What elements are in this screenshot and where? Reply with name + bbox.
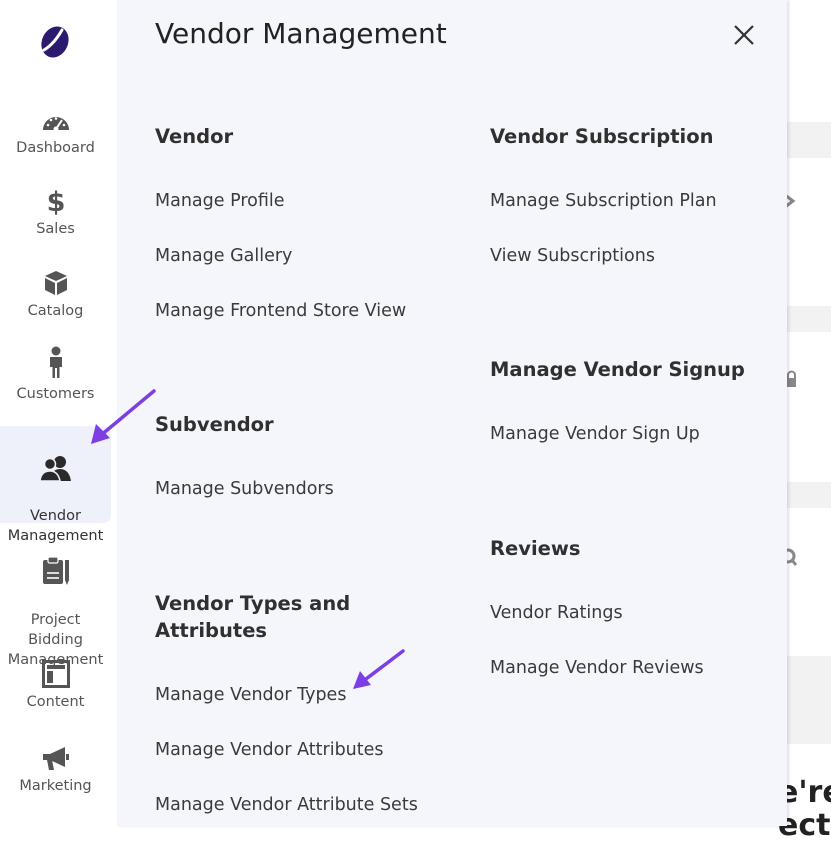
bg-card: [787, 508, 831, 656]
megaphone-icon: [42, 747, 69, 770]
section-title-reviews: Reviews: [490, 537, 581, 560]
sidebar-item-dashboard[interactable]: Dashboard: [0, 110, 111, 158]
bg-strip: [787, 482, 831, 508]
panel-title: Vendor Management: [155, 17, 447, 50]
link-manage-vendor-attributes[interactable]: Manage Vendor Attributes: [155, 738, 384, 762]
sidebar-item-content[interactable]: Content: [0, 660, 111, 712]
annotation-arrow-icon: [353, 649, 405, 689]
link-manage-vendor-reviews[interactable]: Manage Vendor Reviews: [490, 656, 704, 680]
clipboard-icon: [42, 556, 69, 585]
close-icon[interactable]: [729, 20, 759, 50]
section-title-vendor-signup: Manage Vendor Signup: [490, 358, 745, 381]
link-manage-subvendors[interactable]: Manage Subvendors: [155, 477, 334, 501]
bg-strip: [787, 306, 831, 332]
section-title-subvendor: Subvendor: [155, 413, 274, 436]
section-title-vendor-types: Vendor Types and Attributes: [155, 592, 351, 642]
bg-card: [787, 332, 831, 482]
sidebar-item-label: Dashboard: [16, 140, 95, 156]
link-manage-vendor-attribute-sets[interactable]: Manage Vendor Attribute Sets: [155, 793, 418, 817]
sidebar-item-project-bidding-management[interactable]: Project Bidding Management: [0, 536, 111, 670]
link-view-subscriptions[interactable]: View Subscriptions: [490, 244, 655, 268]
sidebar-item-label: Sales: [36, 221, 75, 237]
bg-card: [787, 158, 831, 306]
annotation-arrow-icon: [91, 389, 156, 444]
layout-icon: [41, 660, 70, 688]
link-manage-subscription-plan[interactable]: Manage Subscription Plan: [490, 189, 717, 213]
vendor-management-menu-panel: Vendor Management Vendor Manage Profile …: [117, 0, 787, 826]
link-vendor-ratings[interactable]: Vendor Ratings: [490, 601, 623, 625]
box-icon: [44, 271, 67, 295]
link-manage-vendor-sign-up[interactable]: Manage Vendor Sign Up: [490, 422, 700, 446]
link-manage-gallery[interactable]: Manage Gallery: [155, 244, 292, 268]
link-manage-frontend-store-view[interactable]: Manage Frontend Store View: [155, 299, 406, 323]
link-manage-vendor-types[interactable]: Manage Vendor Types: [155, 683, 346, 707]
sidebar-item-label: Catalog: [27, 303, 84, 319]
sidebar-item-catalog[interactable]: Catalog: [0, 269, 111, 321]
section-title-vendor: Vendor: [155, 125, 234, 148]
link-manage-profile[interactable]: Manage Profile: [155, 189, 285, 213]
svg-text:$: $: [46, 187, 65, 215]
users-icon: [38, 456, 71, 482]
sidebar-item-sales[interactable]: $ Sales: [0, 187, 111, 239]
bg-strip: [787, 122, 831, 158]
bg-strip: [787, 656, 831, 744]
sidebar-item-label: Content: [26, 694, 85, 710]
section-title-vendor-subscription: Vendor Subscription: [490, 125, 714, 148]
logo-icon[interactable]: [38, 24, 72, 60]
sidebar-item-label: Customers: [16, 386, 95, 402]
sidebar-item-marketing[interactable]: Marketing: [0, 746, 111, 796]
person-icon: [49, 346, 62, 378]
sidebar-item-label: Marketing: [19, 778, 92, 794]
dollar-icon: $: [46, 187, 65, 215]
speedometer-icon: [42, 117, 69, 132]
